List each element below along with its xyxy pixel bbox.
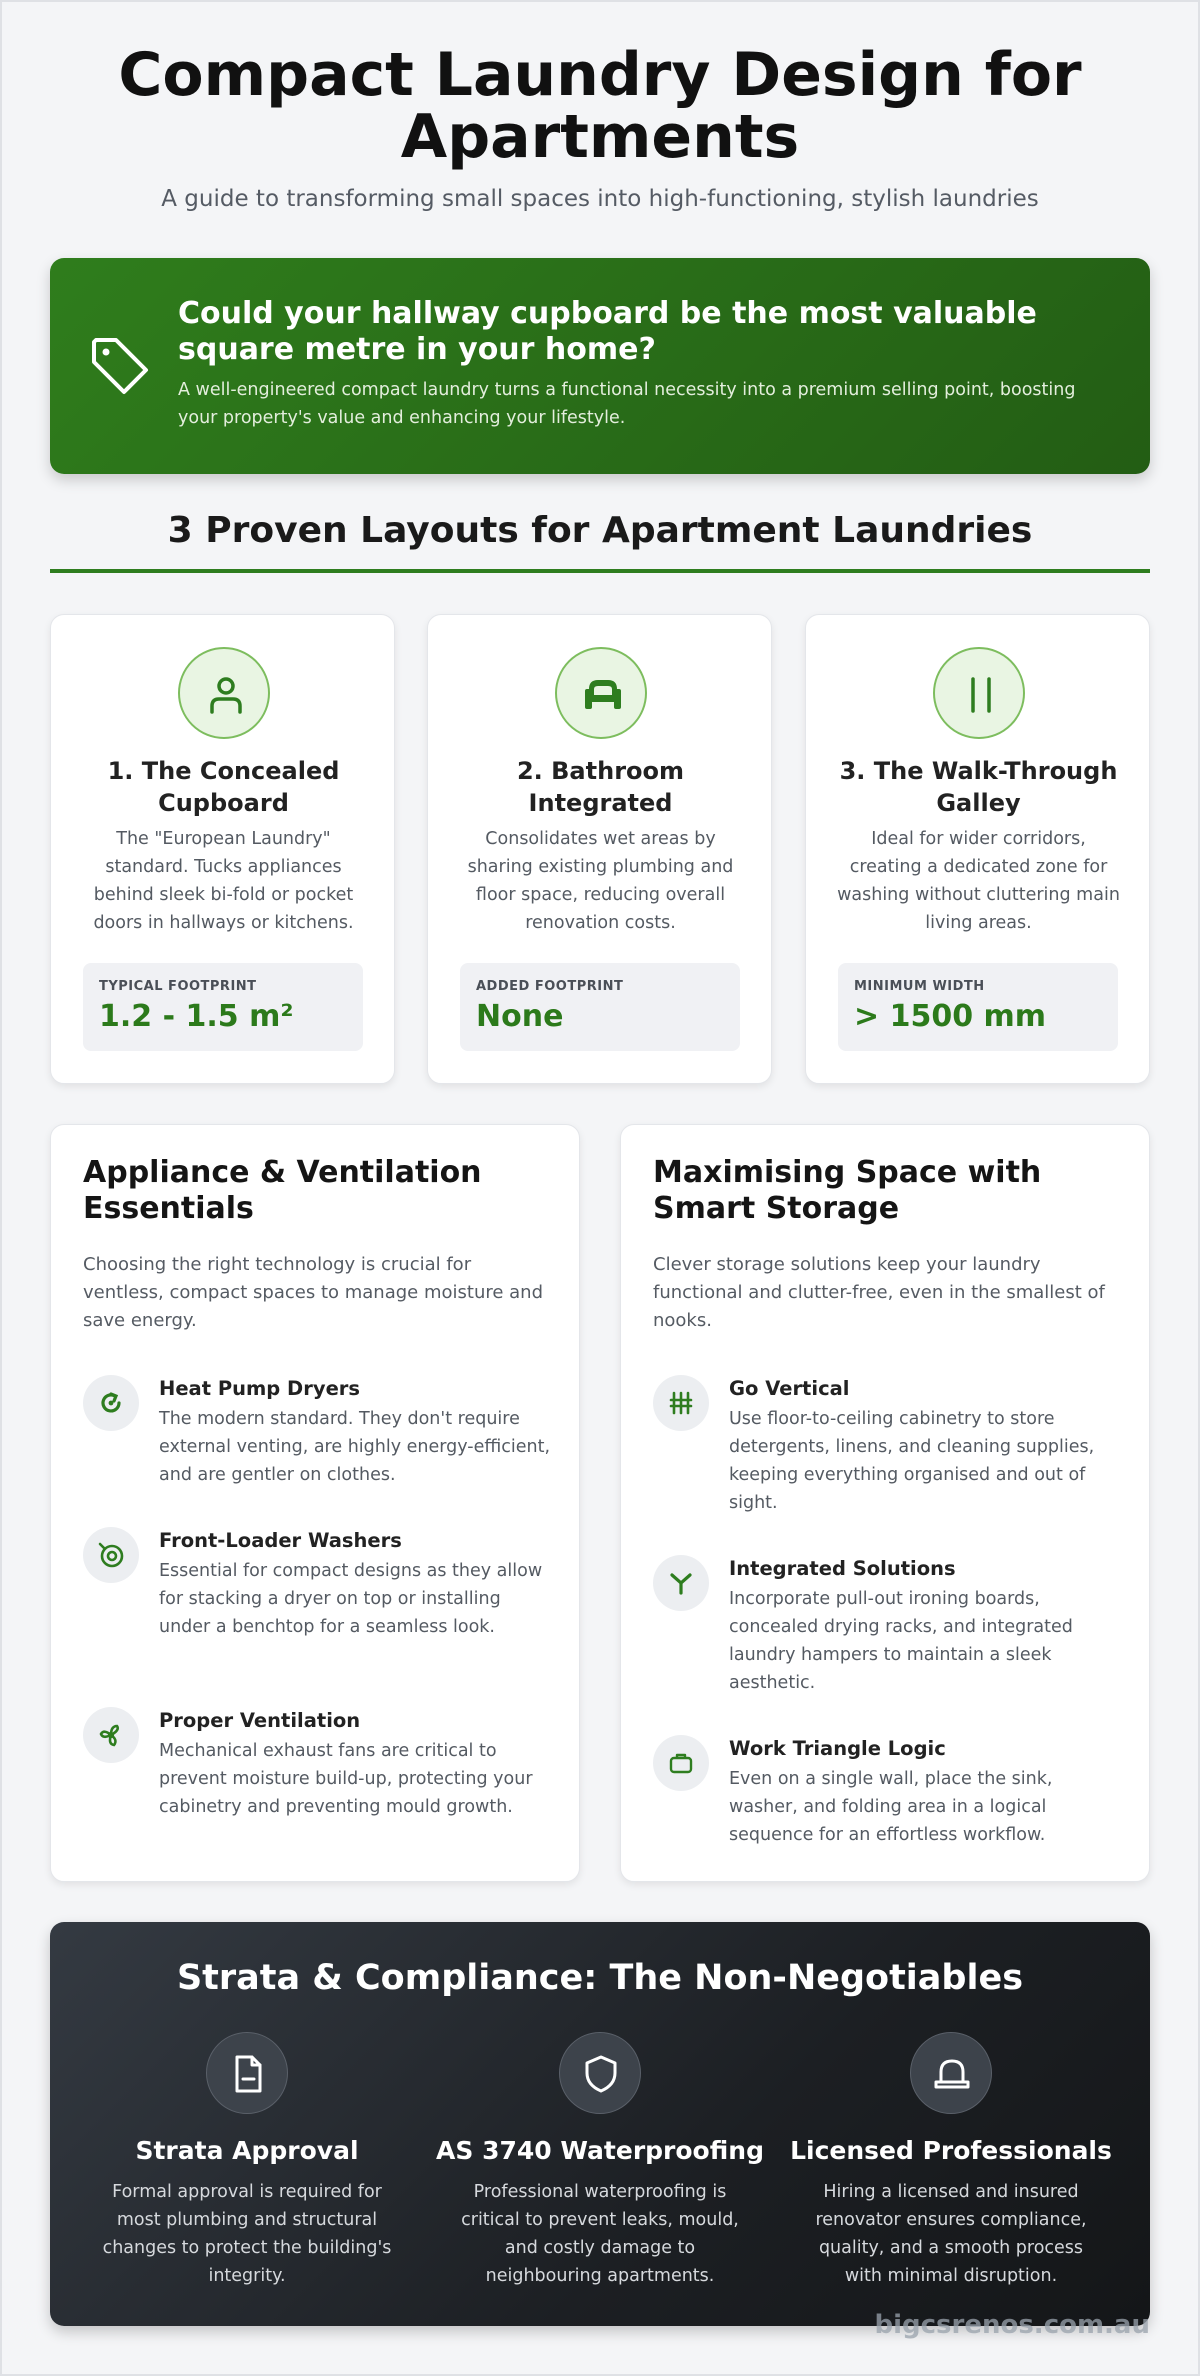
hero-text: A well-engineered compact laundry turns … (178, 380, 1076, 428)
layout-title: 1. The Concealed Cupboard (107, 757, 340, 817)
feature-text: Essential for compact designs as they al… (159, 1561, 543, 1637)
layout-card-concealed-cupboard: 1. The Concealed Cupboard The "European … (50, 614, 395, 1084)
tag-icon (88, 334, 152, 398)
stat-box: ADDED FOOTPRINT None (460, 963, 740, 1051)
stat-label: MINIMUM WIDTH (854, 979, 985, 994)
shield-icon (559, 2032, 641, 2114)
card-intro: Choosing the right technology is crucial… (83, 1254, 544, 1331)
hard-hat-icon (910, 2032, 992, 2114)
hero-heading: Could your hallway cupboard be the most … (178, 296, 1037, 367)
feature-title: Heat Pump Dryers (159, 1377, 361, 1400)
strata-item-title: AS 3740 Waterproofing (436, 2136, 764, 2165)
layout-description: Consolidates wet areas by sharing existi… (467, 829, 734, 933)
layout-description: The "European Laundry" standard. Tucks a… (93, 829, 354, 933)
feature-text: Use floor-to-ceiling cabinetry to store … (729, 1409, 1095, 1513)
stat-box: MINIMUM WIDTH > 1500 mm (838, 963, 1118, 1051)
feature-title: Go Vertical (729, 1377, 850, 1400)
feature-text: Mechanical exhaust fans are critical to … (159, 1741, 533, 1817)
strata-item-text: Professional waterproofing is critical t… (461, 2182, 739, 2286)
card-intro: Clever storage solutions keep your laund… (653, 1254, 1105, 1331)
card-title: Maximising Space with Smart Storage (653, 1155, 1042, 1226)
strata-item-title: Licensed Professionals (790, 2136, 1112, 2165)
feature-title: Proper Ventilation (159, 1709, 361, 1732)
card-title: Appliance & Ventilation Essentials (83, 1155, 482, 1226)
smart-storage-card: Maximising Space with Smart Storage Clev… (620, 1124, 1150, 1882)
person-icon (178, 647, 270, 739)
stat-label: ADDED FOOTPRINT (476, 979, 624, 994)
layout-card-bathroom-integrated: 2. Bathroom Integrated Consolidates wet … (427, 614, 772, 1084)
recycle-icon (83, 1375, 139, 1431)
feature-title: Work Triangle Logic (729, 1737, 946, 1760)
layouts-section-title: 3 Proven Layouts for Apartment Laundries (167, 510, 1033, 551)
layout-title: 3. The Walk-Through Galley (839, 757, 1118, 817)
merge-icon (653, 1555, 709, 1611)
strata-title: Strata & Compliance: The Non-Negotiables (176, 1958, 1024, 1998)
strata-item-text: Hiring a licensed and insured renovator … (815, 2182, 1087, 2286)
appliance-ventilation-card: Appliance & Ventilation Essentials Choos… (50, 1124, 580, 1882)
feature-title: Integrated Solutions (729, 1557, 956, 1580)
section-divider (50, 569, 1150, 573)
layout-description: Ideal for wider corridors, creating a de… (837, 829, 1120, 933)
fan-icon (83, 1707, 139, 1763)
stat-label: TYPICAL FOOTPRINT (99, 979, 257, 994)
parallel-lines-icon (933, 647, 1025, 739)
layout-title: 2. Bathroom Integrated (516, 757, 685, 817)
hero-banner: Could your hallway cupboard be the most … (50, 258, 1150, 474)
feature-text: Even on a single wall, place the sink, w… (729, 1769, 1053, 1845)
stat-value: > 1500 mm (854, 999, 1047, 1034)
strata-item-text: Formal approval is required for most plu… (102, 2182, 392, 2286)
feature-title: Front-Loader Washers (159, 1529, 402, 1552)
feature-text: The modern standard. They don't require … (159, 1409, 551, 1485)
stat-value: 1.2 - 1.5 m² (99, 999, 294, 1034)
page-title: Compact Laundry Design for Apartments (118, 40, 1082, 172)
sink-icon (555, 647, 647, 739)
strata-compliance-banner: Strata & Compliance: The Non-Negotiables… (50, 1922, 1150, 2326)
stat-box: TYPICAL FOOTPRINT 1.2 - 1.5 m² (83, 963, 363, 1051)
page-subtitle: A guide to transforming small spaces int… (161, 186, 1039, 212)
stat-value: None (476, 999, 564, 1034)
watermark: bigcsrenos.com.au (874, 2310, 1150, 2340)
document-icon (206, 2032, 288, 2114)
washer-icon (83, 1527, 139, 1583)
briefcase-icon (653, 1735, 709, 1791)
layout-card-walk-through-galley: 3. The Walk-Through Galley Ideal for wid… (805, 614, 1150, 1084)
feature-text: Incorporate pull-out ironing boards, con… (729, 1589, 1073, 1693)
shelves-icon (653, 1375, 709, 1431)
strata-item-title: Strata Approval (135, 2136, 359, 2165)
